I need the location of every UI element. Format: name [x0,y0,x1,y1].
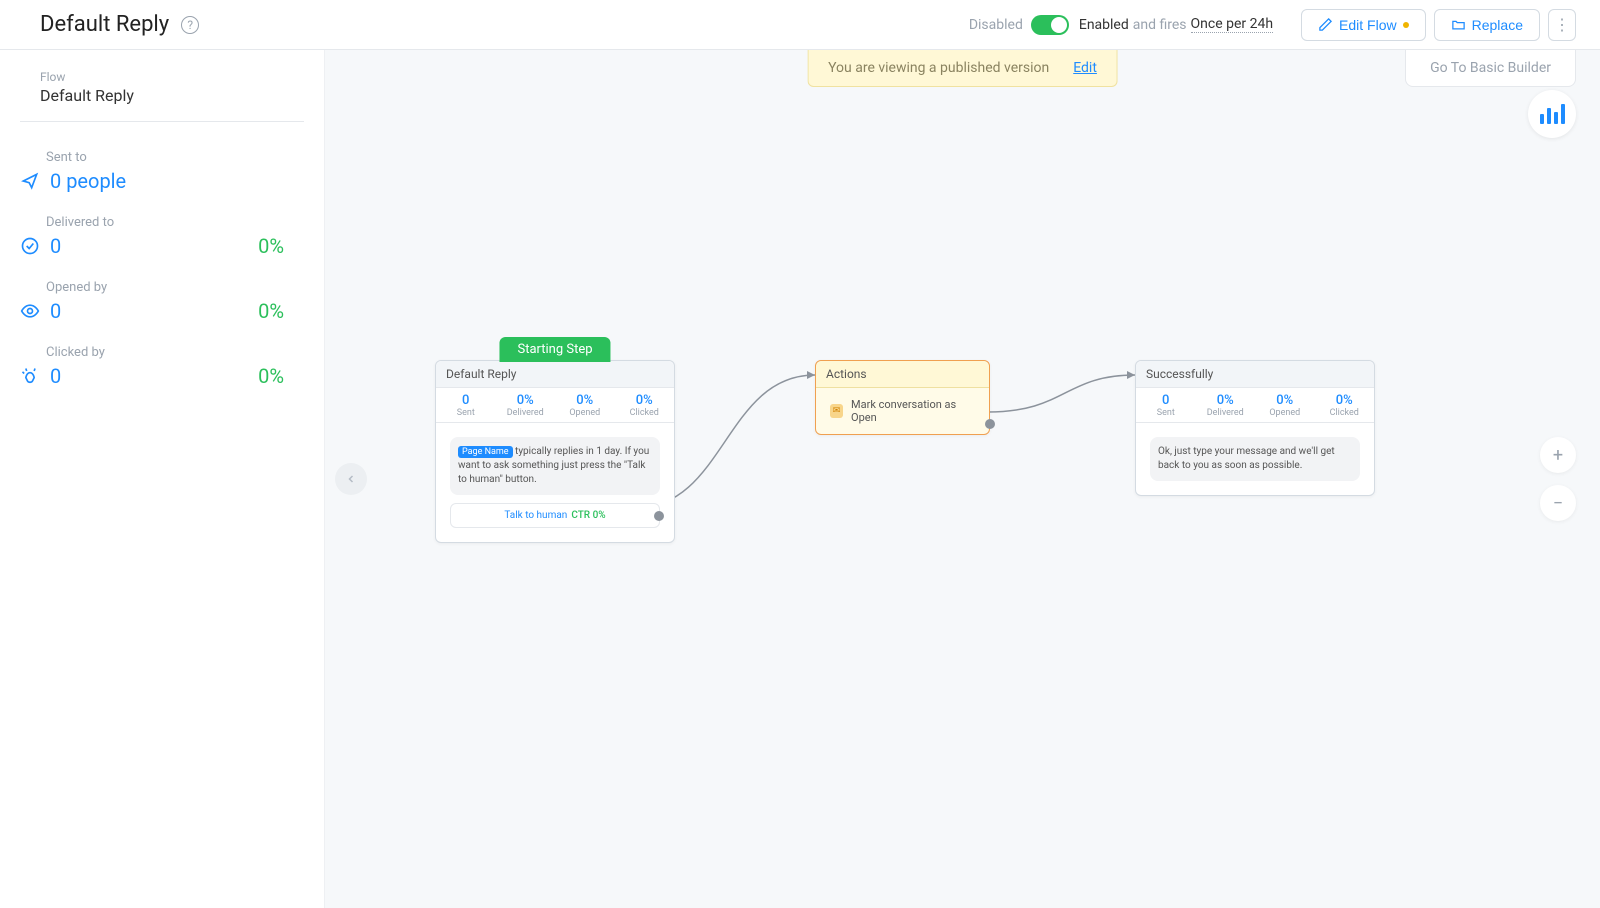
ctr-label: CTR 0% [571,510,605,521]
zoom-out-button[interactable]: − [1540,485,1576,521]
clicked-value: 0 [50,364,61,388]
action-row: ✉ Mark conversation as Open [816,388,989,434]
metric-opened: Opened by 0 0% [20,276,304,341]
node-actions[interactable]: Actions ✉ Mark conversation as Open [815,360,990,435]
send-icon [20,171,40,191]
stats-toggle-button[interactable] [1528,90,1576,138]
conversation-icon: ✉ [830,404,843,418]
node-successfully[interactable]: Successfully 0Sent 0%Delivered 0%Opened … [1135,360,1375,496]
wave-icon [20,366,40,386]
message-bubble: Ok, just type your message and we'll get… [1150,437,1360,481]
more-menu-button[interactable]: ⋮ [1548,9,1576,41]
page-name-tag: Page Name [458,446,513,458]
talk-to-human-button[interactable]: Talk to human CTR 0% [450,503,660,528]
chevron-left-icon [345,473,357,485]
page-title: Default Reply [40,12,169,37]
metric-sent: Sent to 0 people [20,146,304,211]
clicked-pct: 0% [258,364,284,388]
banner-text: You are viewing a published version [828,60,1049,76]
metric-clicked: Clicked by 0 0% [20,341,304,406]
enabled-label: Enabled [1079,17,1129,33]
opened-value: 0 [50,299,61,323]
output-port[interactable] [985,419,995,429]
delivered-value: 0 [50,234,61,258]
fires-frequency[interactable]: Once per 24h [1191,16,1274,33]
node-title: Default Reply [436,361,674,388]
node-stats: 0Sent 0%Delivered 0%Opened 0%Clicked [436,388,674,423]
output-port[interactable] [654,511,664,521]
flow-canvas[interactable]: You are viewing a published version Edit… [325,50,1600,908]
starting-step-badge: Starting Step [499,337,610,362]
enable-toggle[interactable] [1031,15,1069,35]
flow-label: Flow [20,70,304,84]
pencil-icon [1318,17,1333,32]
replace-button[interactable]: Replace [1434,9,1540,41]
stats-sidebar: Flow Default Reply Sent to 0 people Deli… [0,50,325,908]
eye-icon [20,301,40,321]
node-title: Successfully [1136,361,1374,388]
banner-edit-link[interactable]: Edit [1073,60,1097,76]
opened-pct: 0% [258,299,284,323]
fires-prefix: and fires [1133,17,1187,33]
published-banner: You are viewing a published version Edit [807,50,1118,87]
metric-delivered: Delivered to 0 0% [20,211,304,276]
page-header: Default Reply ? Disabled Enabled and fir… [0,0,1600,50]
bar-chart-icon [1540,104,1565,124]
node-stats: 0Sent 0%Delivered 0%Opened 0%Clicked [1136,388,1374,423]
flow-name: Default Reply [20,86,304,122]
zoom-in-button[interactable]: + [1540,437,1576,473]
node-title: Actions [816,361,989,388]
folder-icon [1451,17,1466,32]
collapse-sidebar-button[interactable] [335,463,367,495]
delivered-pct: 0% [258,234,284,258]
basic-builder-button[interactable]: Go To Basic Builder [1405,50,1576,87]
check-circle-icon [20,236,40,256]
zoom-controls: + − [1540,437,1576,521]
message-bubble: Page Name typically replies in 1 day. If… [450,437,660,495]
sent-value: 0 people [50,169,126,193]
node-default-reply[interactable]: Starting Step Default Reply 0Sent 0%Deli… [435,360,675,543]
disabled-label: Disabled [969,17,1023,33]
help-icon[interactable]: ? [181,16,199,34]
edit-flow-button[interactable]: Edit Flow [1301,9,1426,41]
unsaved-indicator-icon [1403,22,1409,28]
